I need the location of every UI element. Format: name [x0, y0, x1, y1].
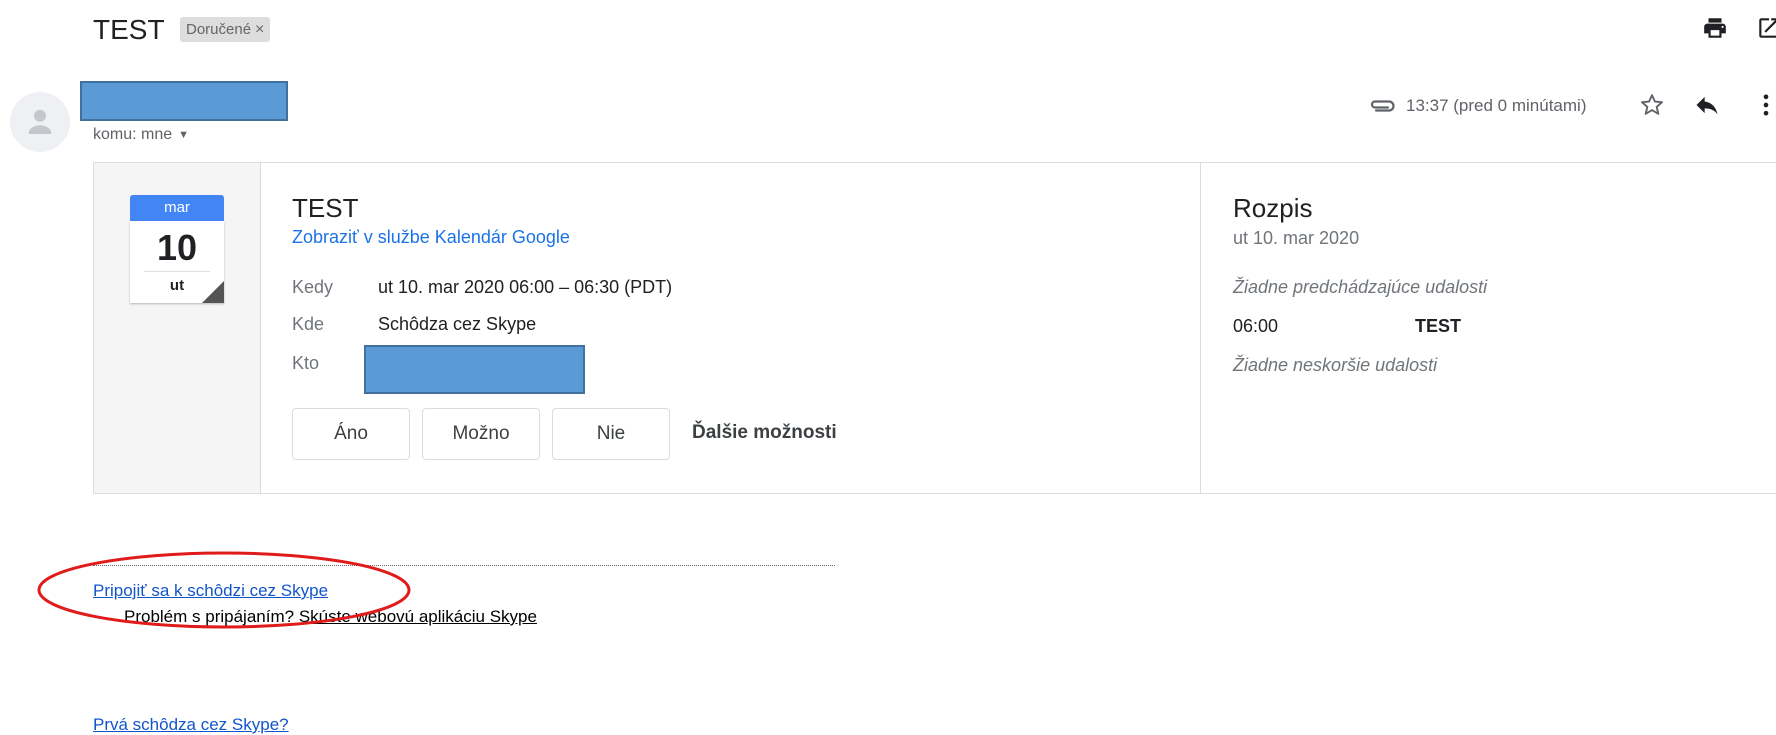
rsvp-maybe-button[interactable]: Možno — [422, 408, 540, 460]
recipient-text: komu: mne — [93, 126, 173, 143]
person-icon — [28, 109, 52, 134]
calendar-page: 10 ut — [130, 221, 224, 303]
more-vert-icon[interactable] — [1756, 91, 1776, 119]
print-icon[interactable] — [1702, 15, 1728, 41]
card-divider — [1200, 163, 1201, 493]
agenda-event-time: 06:00 — [1233, 316, 1279, 336]
remove-label-icon[interactable]: × — [255, 17, 264, 42]
open-in-new-window-icon[interactable] — [1756, 15, 1776, 41]
calendar-date-icon: mar 10 ut — [130, 195, 224, 307]
sender-name-redacted — [80, 81, 288, 121]
message-timestamp: 13:37 (pred 0 minútami) — [1406, 96, 1587, 115]
agenda-date: ut 10. mar 2020 — [1233, 228, 1360, 248]
agenda-no-later: Žiadne neskoršie udalosti — [1233, 355, 1438, 375]
more-options-link[interactable]: Ďalšie možnosti — [692, 422, 837, 444]
rsvp-no-button[interactable]: Nie — [552, 408, 670, 460]
agenda-event-name[interactable]: TEST — [1415, 316, 1461, 337]
agenda-title: Rozpis — [1233, 193, 1313, 223]
where-label: Kde — [292, 314, 325, 334]
first-skype-meeting-link[interactable]: Prvá schôdza cez Skype? — [93, 715, 289, 735]
attachment-icon — [1370, 100, 1395, 112]
star-icon[interactable] — [1638, 91, 1666, 119]
where-value: Schôdza cez Skype — [378, 314, 537, 334]
guest-list-redacted — [364, 345, 585, 394]
agenda-no-previous: Žiadne predchádzajúce udalosti — [1233, 277, 1488, 297]
avatar[interactable] — [10, 92, 70, 152]
calendar-separator — [144, 271, 210, 272]
when-label: Kedy — [292, 277, 334, 297]
when-value: ut 10. mar 2020 06:00 – 06:30 (PDT) — [378, 277, 673, 297]
rsvp-yes-button[interactable]: Áno — [292, 408, 410, 460]
label-text: Doručené — [186, 21, 252, 38]
calendar-day: 10 — [156, 227, 198, 268]
view-in-calendar-link[interactable]: Zobraziť v službe Kalendár Google — [292, 227, 570, 248]
caret-down-icon[interactable]: ▼ — [178, 129, 189, 141]
page-fold-icon — [202, 281, 224, 303]
recipient-details[interactable]: komu: mne ▼ — [93, 126, 189, 144]
who-label: Kto — [292, 353, 320, 373]
reply-icon[interactable] — [1693, 91, 1721, 119]
event-title: TEST — [292, 193, 359, 223]
email-subject: TEST — [93, 14, 165, 45]
highlight-ellipse-annotation — [37, 551, 411, 629]
calendar-month: mar — [130, 195, 224, 221]
inbox-label-chip[interactable]: Doručené × — [180, 17, 271, 42]
